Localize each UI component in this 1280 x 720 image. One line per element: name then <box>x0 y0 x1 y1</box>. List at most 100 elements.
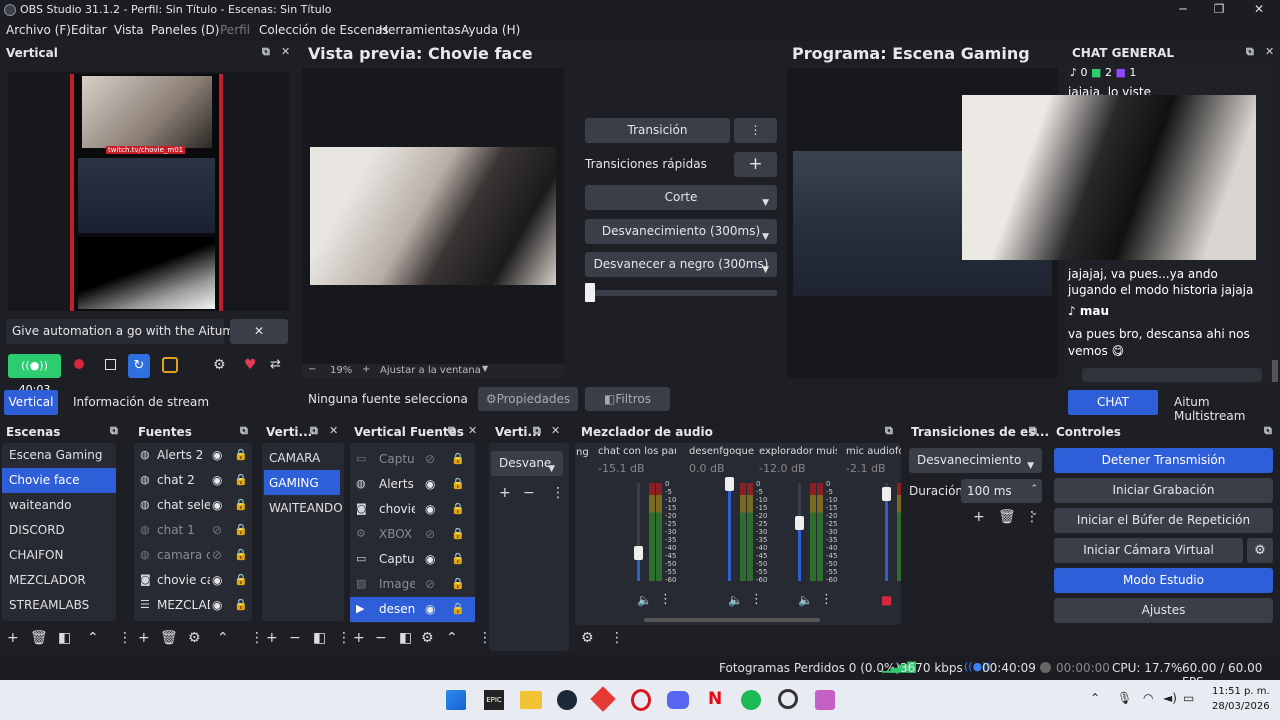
add-source-icon[interactable]: + <box>138 630 150 646</box>
menu-herramientas[interactable]: Herramientas <box>379 23 461 37</box>
tab-chat-general[interactable]: CHAT GENERAL <box>1068 390 1158 434</box>
file-explorer-icon[interactable] <box>520 691 542 709</box>
eye-hidden-icon[interactable]: ⊘ <box>425 577 435 591</box>
lock-icon[interactable]: 🔒 <box>451 552 465 565</box>
remove-icon[interactable]: − <box>289 630 301 646</box>
more-icon[interactable]: ⋮ <box>1025 509 1039 525</box>
steam-icon[interactable] <box>557 690 577 710</box>
more-icon[interactable]: ⋮ <box>337 630 351 646</box>
filter-icon[interactable]: ◧ <box>58 630 71 646</box>
start-replay-buffer-button[interactable]: Iniciar el Búfer de Repetición <box>1054 508 1273 533</box>
duration-input[interactable]: 100 ms ⌃ ⌄ <box>961 479 1042 518</box>
tray-chevron-icon[interactable]: ⌃ <box>1090 691 1100 705</box>
lock-icon[interactable]: 🔒 <box>234 548 248 561</box>
more-icon[interactable]: ⋮ <box>820 592 833 607</box>
transition-slider-handle[interactable] <box>585 283 595 302</box>
record-icon[interactable] <box>74 359 84 369</box>
trash-icon[interactable]: 🗑 <box>160 630 178 646</box>
app-pink-icon[interactable] <box>815 690 835 710</box>
speaker-icon[interactable]: 🔈 <box>798 593 813 607</box>
lock-icon[interactable]: 🔒 <box>451 577 465 590</box>
add-scene-icon[interactable]: + <box>7 630 19 646</box>
menu-ayuda[interactable]: Ayuda (H) <box>461 23 520 37</box>
float-icon[interactable]: ⧉ <box>262 45 270 59</box>
source-row[interactable]: ◍ chat 1 ⊘ 🔒 <box>134 518 252 543</box>
scene-item[interactable]: DISCORD <box>2 518 116 543</box>
eye-icon[interactable]: ◉ <box>425 602 435 616</box>
live-timer-badge[interactable]: ((●)) 40:03 <box>8 354 61 396</box>
lock-icon[interactable]: 🔒 <box>451 502 465 515</box>
vsource-row[interactable]: ▭ Captur ⊘ 🔒 <box>350 447 475 472</box>
float-icon[interactable]: ⧉ <box>448 424 456 438</box>
float-icon[interactable]: ⧉ <box>885 424 893 438</box>
eye-icon[interactable]: ◉ <box>425 477 435 491</box>
close-icon[interactable]: ✕ <box>329 424 338 437</box>
scene-item-selected[interactable]: Chovie face <box>2 468 116 493</box>
quick-transition-fade[interactable]: Desvanecimiento (300ms) ▼ <box>585 219 777 244</box>
lock-icon[interactable]: 🔒 <box>234 498 248 511</box>
more-icon[interactable]: ⋮ <box>551 485 565 501</box>
fit-window-label[interactable]: Ajustar a la ventana <box>380 365 481 376</box>
volume-slider-handle[interactable] <box>634 545 643 560</box>
float-icon[interactable]: ⧉ <box>310 424 318 438</box>
mixer-gear-icon[interactable]: ⚙ <box>581 630 594 646</box>
volume-slider-handle[interactable] <box>882 486 891 501</box>
quick-transition-corte[interactable]: Corte ▼ <box>585 185 777 210</box>
filter-icon[interactable]: ◧ <box>313 630 326 646</box>
volume-slider-handle[interactable] <box>725 477 734 491</box>
float-icon[interactable]: ⧉ <box>1246 45 1254 59</box>
lock-icon[interactable]: 🔒 <box>234 573 248 586</box>
speaker-icon[interactable]: 🔈 <box>728 593 743 607</box>
vertical-scene-item[interactable]: CAMARA <box>262 445 344 470</box>
stop-square-icon[interactable] <box>105 359 116 370</box>
close-icon[interactable]: ✕ <box>468 424 477 437</box>
emote-strip[interactable] <box>1082 368 1262 382</box>
zoom-in-icon[interactable]: + <box>362 364 370 375</box>
add-vscene-icon[interactable]: + <box>266 630 278 646</box>
more-icon[interactable]: ⋮ <box>250 630 264 646</box>
transition-button[interactable]: Transición <box>585 118 730 143</box>
microphone-icon[interactable]: 🎙 <box>1117 691 1132 705</box>
eye-hidden-icon[interactable]: ⊘ <box>425 452 435 466</box>
float-icon[interactable]: ⧉ <box>240 424 248 438</box>
spotify-icon[interactable] <box>741 690 761 710</box>
close-window-button[interactable]: ✕ <box>1249 2 1269 18</box>
lock-icon[interactable]: 🔒 <box>451 602 465 615</box>
move-up-icon[interactable]: ⌃ <box>446 630 458 646</box>
properties-button[interactable]: ⚙Propiedades <box>478 387 578 411</box>
start-recording-button[interactable]: Iniciar Grabación <box>1054 478 1273 503</box>
scene-item[interactable]: waiteando <box>2 493 116 518</box>
remove-icon[interactable]: − <box>375 630 387 646</box>
shuffle-icon[interactable]: ⇄ <box>270 357 281 372</box>
trash-icon[interactable]: 🗑 <box>998 509 1016 525</box>
move-up-icon[interactable]: ⌃ <box>87 630 99 646</box>
netflix-icon[interactable]: N <box>708 689 722 709</box>
lock-icon[interactable]: 🔒 <box>451 527 465 540</box>
lock-icon[interactable]: 🔒 <box>234 448 248 461</box>
vsource-row[interactable]: ▭ Captur ◉ 🔒 <box>350 547 475 572</box>
tab-stream-info[interactable]: Información de stream <box>73 395 209 409</box>
filter-icon[interactable]: ◧ <box>399 630 412 646</box>
muted-speaker-icon[interactable]: ■ <box>881 593 892 607</box>
float-icon[interactable]: ⧉ <box>533 424 541 438</box>
speaker-icon[interactable]: 🔈 <box>637 593 652 607</box>
add-icon[interactable]: + <box>973 509 985 525</box>
opera-gx-icon[interactable] <box>631 689 651 711</box>
windows-start-icon[interactable] <box>446 690 466 710</box>
transition-menu-icon[interactable]: ⋮ <box>734 118 777 143</box>
battery-icon[interactable]: ▭ <box>1183 691 1194 705</box>
more-icon[interactable]: ⋮ <box>659 592 672 607</box>
scene-transition-select[interactable]: Desvanecimiento ▼ <box>909 448 1042 473</box>
close-icon[interactable]: ✕ <box>281 45 290 58</box>
close-notice-button[interactable]: ✕ <box>230 319 288 344</box>
vsource-row[interactable]: ◍ Alerts 2 ◉ 🔒 <box>350 472 475 497</box>
obs-taskbar-icon[interactable] <box>778 689 798 709</box>
float-icon[interactable]: ⧉ <box>110 424 118 438</box>
vertical-scene-item-selected[interactable]: GAMING <box>264 470 340 495</box>
lock-icon[interactable]: 🔒 <box>234 473 248 486</box>
remove-icon[interactable]: − <box>523 485 535 501</box>
eye-hidden-icon[interactable]: ⊘ <box>212 523 222 537</box>
gear-icon[interactable]: ⚙ <box>213 357 226 373</box>
discord-icon[interactable] <box>667 691 689 709</box>
vertical-scene-item[interactable]: WAITEANDO <box>262 495 344 520</box>
